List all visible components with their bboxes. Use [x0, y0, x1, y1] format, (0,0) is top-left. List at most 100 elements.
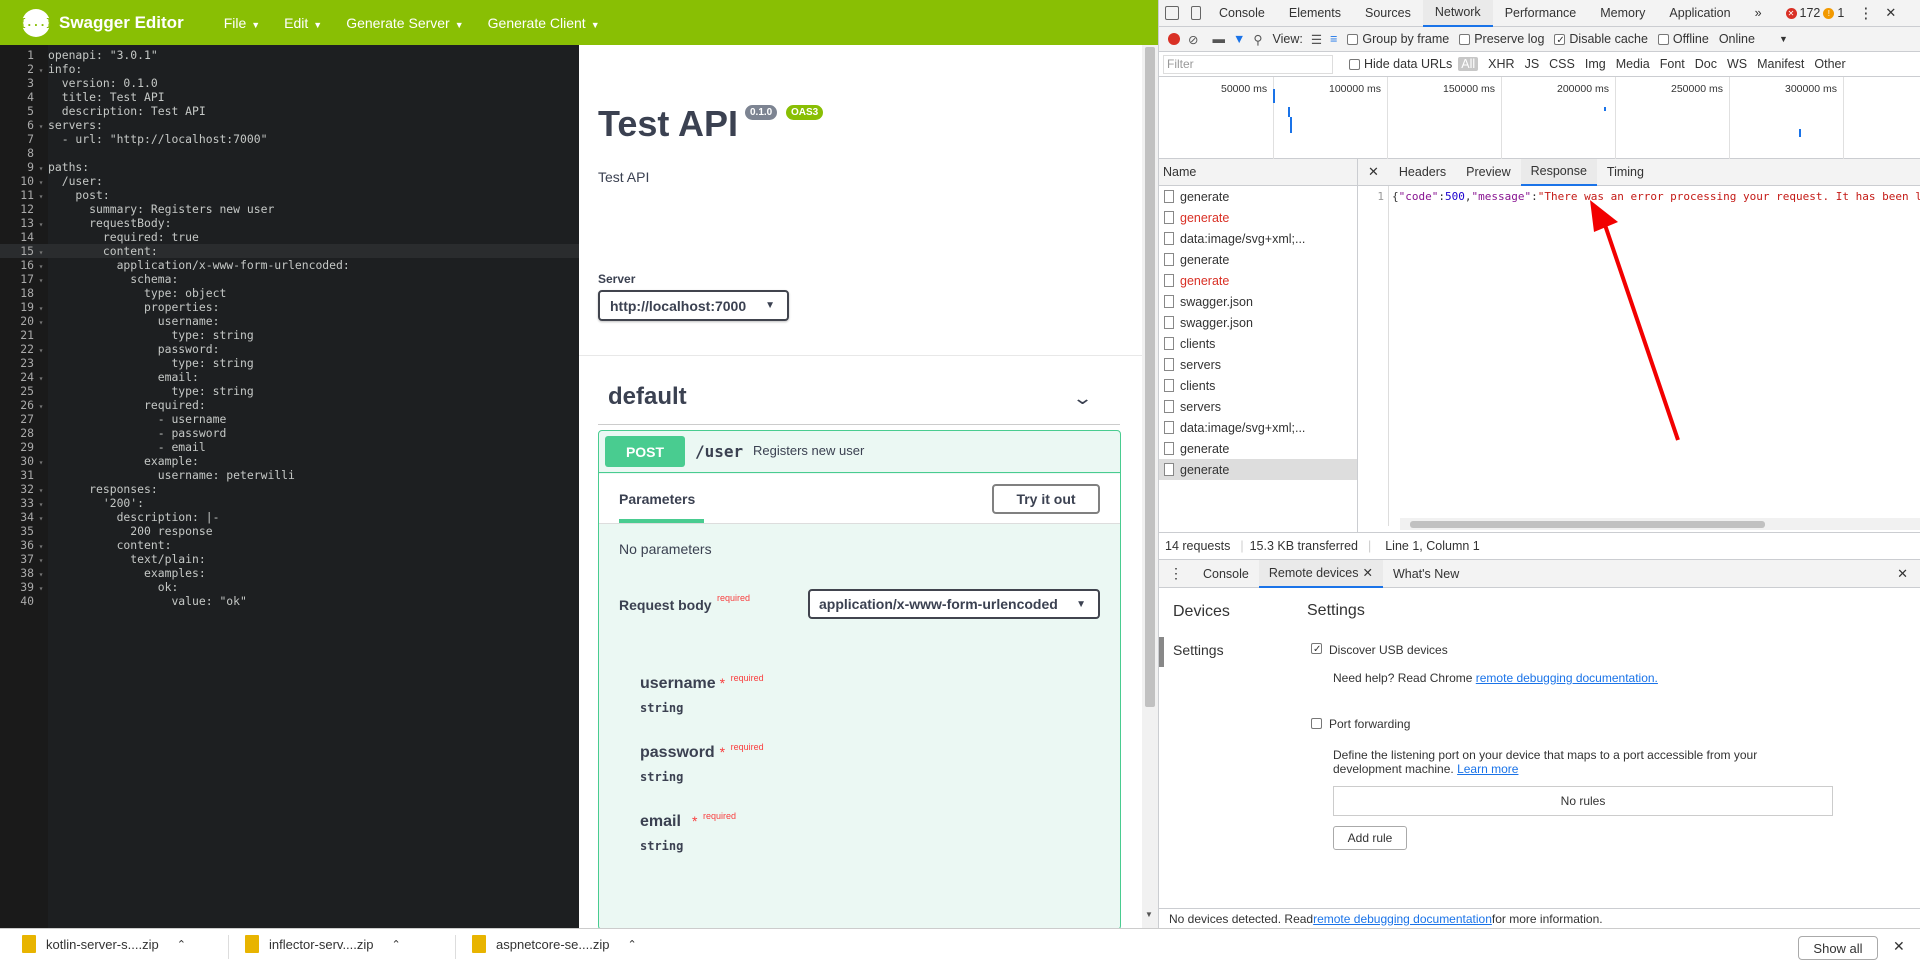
code-line[interactable]: 5 description: Test API	[0, 104, 579, 118]
try-it-out-button[interactable]: Try it out	[992, 484, 1100, 514]
code-line[interactable]: 9 ▾ paths:	[0, 160, 579, 174]
port-forwarding-checkbox[interactable]: Port forwarding	[1311, 717, 1410, 731]
request-row[interactable]: data:image/svg+xml;...	[1159, 417, 1357, 438]
code-line[interactable]: 8	[0, 146, 579, 160]
filter-type-other[interactable]: Other	[1814, 57, 1845, 71]
code-line[interactable]: 18 type: object	[0, 286, 579, 300]
chevron-up-icon[interactable]: ⌃	[392, 938, 401, 951]
devtools-tab-elements[interactable]: Elements	[1277, 0, 1353, 27]
capture-screenshots-icon[interactable]: ▬	[1212, 32, 1225, 46]
code-line[interactable]: 14 required: true	[0, 230, 579, 244]
request-row[interactable]: generate	[1159, 459, 1357, 480]
code-line[interactable]: 2 ▾ info:	[0, 62, 579, 76]
preserve-log-checkbox[interactable]: Preserve log	[1459, 32, 1544, 46]
chevron-down-icon[interactable]: ⌄	[1072, 388, 1093, 409]
code-line[interactable]: 26 ▾ required:	[0, 398, 579, 412]
code-line[interactable]: 3 version: 0.1.0	[0, 76, 579, 90]
clear-icon[interactable]: ⊘	[1188, 32, 1198, 47]
scroll-down-arrow-icon[interactable]: ▼	[1145, 910, 1153, 919]
add-rule-button[interactable]: Add rule	[1333, 826, 1407, 850]
code-line[interactable]: 29 - email	[0, 440, 579, 454]
drawer-tab-what-s-new[interactable]: What's New	[1383, 560, 1469, 588]
network-overview-timeline[interactable]: 50000 ms 100000 ms 150000 ms 200000 ms 25000…	[1159, 77, 1920, 159]
drawer-tab-remote-devices[interactable]: Remote devices ✕	[1258, 559, 1383, 588]
content-type-select[interactable]: application/x-www-form-urlencoded ▼	[808, 589, 1100, 619]
code-line[interactable]: 1 openapi: "3.0.1"	[0, 48, 579, 62]
code-line[interactable]: 38 ▾ examples:	[0, 566, 579, 580]
inspect-element-icon[interactable]	[1165, 6, 1179, 20]
code-line[interactable]: 39 ▾ ok:	[0, 580, 579, 594]
code-line[interactable]: 25 type: string	[0, 384, 579, 398]
code-line[interactable]: 35 200 response	[0, 524, 579, 538]
filter-type-img[interactable]: Img	[1585, 57, 1606, 71]
filter-type-css[interactable]: CSS	[1549, 57, 1575, 71]
yaml-editor[interactable]: 1 openapi: "3.0.1" 2 ▾ info: 3 version: 0.1.0…	[0, 45, 579, 928]
detail-tab-timing[interactable]: Timing	[1597, 159, 1654, 186]
filter-type-js[interactable]: JS	[1525, 57, 1540, 71]
sidebar-item-settings[interactable]: Settings	[1173, 642, 1224, 658]
request-row[interactable]: generate	[1159, 186, 1357, 207]
filter-type-ws[interactable]: WS	[1727, 57, 1747, 71]
close-drawer-icon[interactable]: ✕	[1897, 566, 1908, 582]
chevron-up-icon[interactable]: ⌃	[177, 938, 186, 951]
code-line[interactable]: 12 summary: Registers new user	[0, 202, 579, 216]
code-line[interactable]: 27 - username	[0, 412, 579, 426]
code-line[interactable]: 21 type: string	[0, 328, 579, 342]
devtools-tab-memory[interactable]: Memory	[1588, 0, 1657, 27]
request-row[interactable]: data:image/svg+xml;...	[1159, 228, 1357, 249]
kebab-menu-icon[interactable]: ⋮	[1858, 4, 1873, 22]
search-icon[interactable]: ⚲	[1253, 32, 1262, 47]
devtools-tab-sources[interactable]: Sources	[1353, 0, 1423, 27]
code-line[interactable]: 37 ▾ text/plain:	[0, 552, 579, 566]
request-row[interactable]: generate	[1159, 270, 1357, 291]
code-line[interactable]: 23 type: string	[0, 356, 579, 370]
download-item[interactable]: kotlin-server-s....zip ⌃	[22, 929, 186, 959]
code-line[interactable]: 11 ▾ post:	[0, 188, 579, 202]
filter-type-all[interactable]: All	[1458, 57, 1479, 71]
operation-path[interactable]: /user	[695, 442, 743, 461]
request-row[interactable]: clients	[1159, 333, 1357, 354]
detail-tab-preview[interactable]: Preview	[1456, 159, 1520, 186]
request-row[interactable]: generate	[1159, 207, 1357, 228]
server-select[interactable]: http://localhost:7000 ▼	[598, 290, 789, 321]
close-download-bar-icon[interactable]: ✕	[1893, 938, 1905, 955]
code-line[interactable]: 15 ▾ content:	[0, 244, 579, 258]
filter-type-manifest[interactable]: Manifest	[1757, 57, 1804, 71]
hide-data-urls-checkbox[interactable]: Hide data URLs	[1349, 57, 1452, 71]
code-line[interactable]: 31 username: peterwilli	[0, 468, 579, 482]
download-item[interactable]: aspnetcore-se....zip ⌃	[472, 929, 637, 959]
remote-debugging-link[interactable]: remote debugging documentation.	[1476, 671, 1658, 685]
drawer-menu-icon[interactable]: ⋮	[1159, 565, 1193, 582]
tab-parameters[interactable]: Parameters	[619, 491, 695, 507]
request-row[interactable]: servers	[1159, 396, 1357, 417]
request-row[interactable]: swagger.json	[1159, 291, 1357, 312]
response-scroll-thumb[interactable]	[1410, 521, 1765, 528]
large-rows-icon[interactable]: ☰	[1311, 32, 1322, 47]
offline-checkbox[interactable]: Offline	[1657, 32, 1709, 46]
waterfall-icon[interactable]: ≡	[1330, 32, 1337, 46]
method-badge-post[interactable]: POST	[605, 436, 685, 467]
code-line[interactable]: 33 ▾ '200':	[0, 496, 579, 510]
drawer-tab-console[interactable]: Console	[1193, 560, 1259, 588]
tag-section-title[interactable]: default	[608, 383, 687, 411]
devtools-tab-network[interactable]: Network	[1422, 0, 1493, 27]
menu-generate-server[interactable]: Generate Server ▼	[346, 15, 463, 31]
filter-type-xhr[interactable]: XHR	[1488, 57, 1514, 71]
menu-edit[interactable]: Edit ▼	[284, 15, 322, 31]
devtools-tab-application[interactable]: Application	[1657, 0, 1742, 27]
code-line[interactable]: 28 - password	[0, 426, 579, 440]
operation-summary-text[interactable]: Registers new user	[753, 443, 864, 458]
code-line[interactable]: 19 ▾ properties:	[0, 300, 579, 314]
request-row[interactable]: generate	[1159, 438, 1357, 459]
menu-generate-client[interactable]: Generate Client ▼	[488, 15, 600, 31]
footer-docs-link[interactable]: remote debugging documentation	[1313, 912, 1492, 926]
code-line[interactable]: 6 ▾ servers:	[0, 118, 579, 132]
discover-usb-checkbox[interactable]: Discover USB devices	[1311, 643, 1448, 657]
filter-type-media[interactable]: Media	[1616, 57, 1650, 71]
code-line[interactable]: 32 ▾ responses:	[0, 482, 579, 496]
code-line[interactable]: 16 ▾ application/x-www-form-urlencoded:	[0, 258, 579, 272]
learn-more-link[interactable]: Learn more	[1457, 762, 1518, 776]
close-tab-icon[interactable]: ✕	[1363, 565, 1373, 580]
group-by-frame-checkbox[interactable]: Group by frame	[1347, 32, 1449, 46]
devtools-tab-performance[interactable]: Performance	[1493, 0, 1589, 27]
